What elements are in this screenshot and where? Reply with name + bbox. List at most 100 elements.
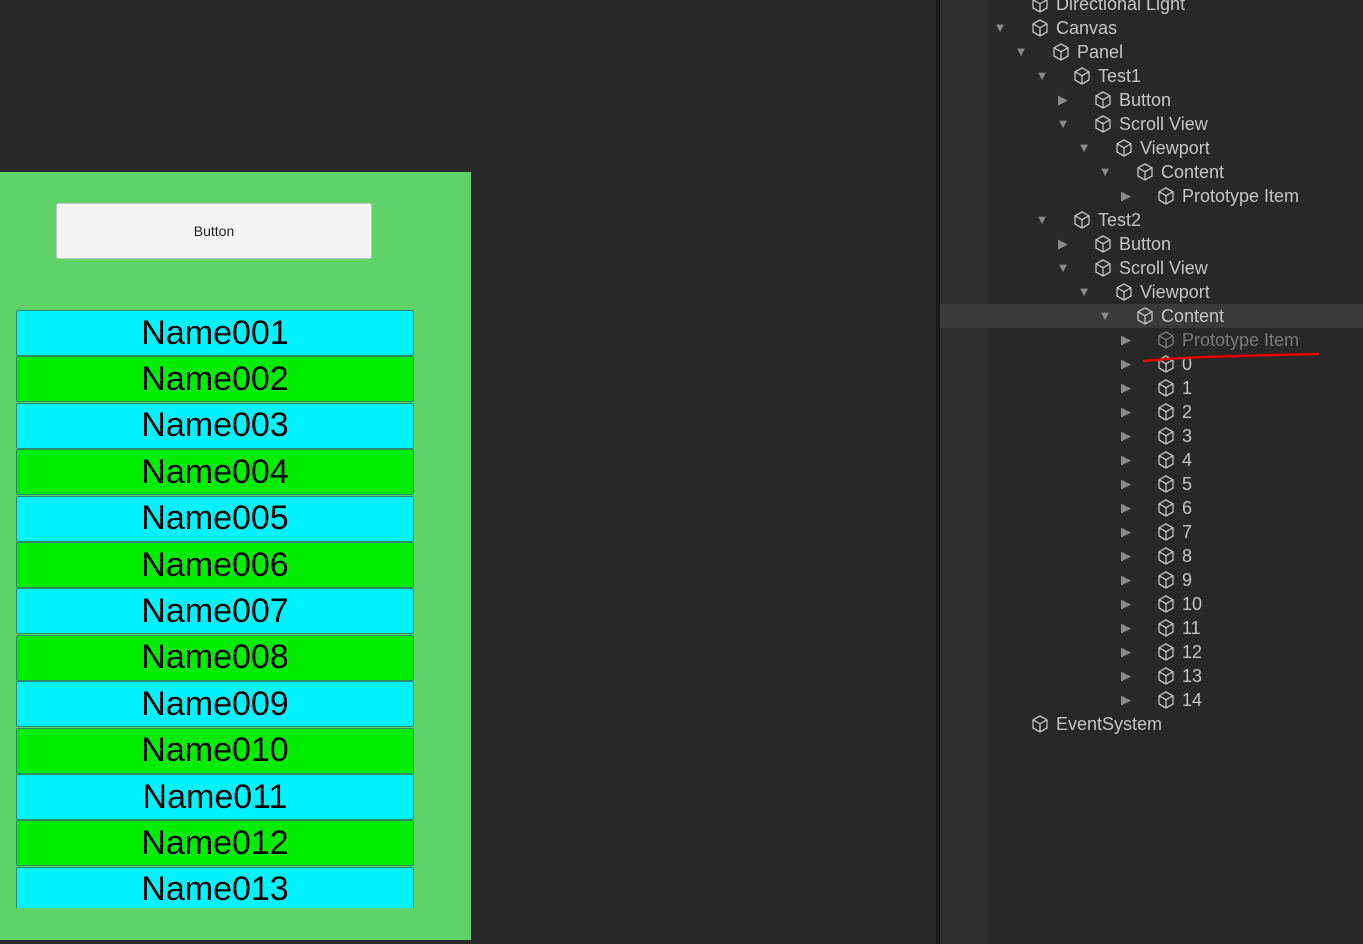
collapse-arrow-icon[interactable]: ▶ [1116, 690, 1136, 710]
expand-arrow-icon[interactable]: ▼ [1032, 210, 1052, 230]
hierarchy-row[interactable]: ▶ 5 [940, 472, 1363, 496]
collapse-arrow-icon[interactable]: ▶ [1116, 402, 1136, 422]
hierarchy-row[interactable]: ▶ 8 [940, 544, 1363, 568]
hierarchy-row[interactable]: ▼ Viewport [940, 280, 1363, 304]
hierarchy-row[interactable]: ▶ 12 [940, 640, 1363, 664]
collapse-arrow-icon[interactable]: ▶ [1116, 642, 1136, 662]
hierarchy-row-label: Scroll View [1119, 114, 1208, 134]
collapse-arrow-icon[interactable]: ▶ [1116, 570, 1136, 590]
collapse-arrow-icon[interactable]: ▶ [1116, 666, 1136, 686]
collapse-arrow-icon[interactable]: ▶ [1116, 330, 1136, 350]
expand-arrow-icon[interactable]: ▼ [1011, 42, 1031, 62]
hierarchy-row[interactable]: ▶ Button [940, 88, 1363, 112]
collapse-arrow-icon[interactable]: ▶ [1116, 474, 1136, 494]
expand-arrow-icon[interactable]: ▼ [1095, 306, 1115, 326]
collapse-arrow-icon[interactable]: ▶ [1116, 450, 1136, 470]
gameobject-cube-icon [1156, 330, 1176, 350]
hierarchy-row-label: 8 [1182, 546, 1193, 566]
list-item[interactable]: Name011 [16, 774, 414, 820]
hierarchy-row[interactable]: ▶ Prototype Item [940, 328, 1363, 352]
hierarchy-row[interactable]: ▼ Test2 [940, 208, 1363, 232]
expand-arrow-icon[interactable]: ▼ [1053, 114, 1073, 134]
list-item[interactable]: Name010 [16, 727, 414, 774]
hierarchy-row[interactable]: ▼ Scroll View [940, 112, 1363, 136]
collapse-arrow-icon[interactable]: ▶ [1116, 546, 1136, 566]
gameobject-cube-icon [1156, 666, 1176, 686]
gameobject-cube-icon [1030, 18, 1050, 38]
collapse-arrow-icon[interactable]: ▶ [1116, 498, 1136, 518]
list-item[interactable]: Name008 [16, 634, 414, 681]
hierarchy-row-label: Button [1119, 90, 1172, 110]
list-item[interactable]: Name013 [16, 866, 414, 908]
hierarchy-row-label: Test1 [1098, 66, 1142, 86]
hierarchy-row[interactable]: ▶ 10 [940, 592, 1363, 616]
hierarchy-row[interactable]: ▼ Test1 [940, 64, 1363, 88]
hierarchy-row[interactable]: ▶ 6 [940, 496, 1363, 520]
gameobject-cube-icon [1135, 306, 1155, 326]
hierarchy-row[interactable]: ▶ 0 [940, 352, 1363, 376]
hierarchy-row[interactable]: ▼ Content [940, 304, 1363, 328]
hierarchy-row-label: 12 [1182, 642, 1203, 662]
gameobject-cube-icon [1156, 522, 1176, 542]
list-item[interactable]: Name009 [16, 681, 414, 728]
list-item[interactable]: Name001 [16, 310, 414, 356]
expand-arrow-icon[interactable]: ▼ [1095, 162, 1115, 182]
expand-arrow-icon[interactable]: ▼ [1074, 282, 1094, 302]
list-item[interactable]: Name005 [16, 495, 414, 542]
list-item[interactable]: Name012 [16, 820, 414, 867]
hierarchy-row[interactable]: ▶ 4 [940, 448, 1363, 472]
hierarchy-row[interactable]: ▶ 9 [940, 568, 1363, 592]
gameobject-cube-icon [1156, 618, 1176, 638]
hierarchy-row[interactable]: ▼ Content [940, 160, 1363, 184]
hierarchy-row-label: Directional Light [1056, 0, 1186, 14]
hierarchy-row-label: Content [1161, 306, 1225, 326]
list-item[interactable]: Name006 [16, 542, 414, 588]
collapse-arrow-icon[interactable]: ▶ [1053, 90, 1073, 110]
gameobject-cube-icon [1093, 114, 1113, 134]
hierarchy-row-label: 2 [1182, 402, 1193, 422]
hierarchy-row[interactable]: ▶ 11 [940, 616, 1363, 640]
hierarchy-row[interactable]: Directional Light [940, 0, 1363, 16]
hierarchy-row[interactable]: ▶ Prototype Item [940, 184, 1363, 208]
hierarchy-row[interactable]: ▼ Panel [940, 40, 1363, 64]
hierarchy-row-label: Prototype Item [1182, 186, 1300, 206]
hierarchy-row[interactable]: ▶ 7 [940, 520, 1363, 544]
hierarchy-row[interactable]: ▶ 13 [940, 664, 1363, 688]
hierarchy-row[interactable]: EventSystem [940, 712, 1363, 736]
list-item[interactable]: Name004 [16, 449, 414, 496]
hierarchy-row[interactable]: ▶ 3 [940, 424, 1363, 448]
collapse-arrow-icon[interactable]: ▶ [1116, 378, 1136, 398]
scroll-view-content[interactable]: Name001 Name002 Name003 Name004 Name005 Name0… [16, 310, 414, 908]
gameobject-cube-icon [1156, 570, 1176, 590]
hierarchy-row-label: 13 [1182, 666, 1203, 686]
gameobject-cube-icon [1156, 594, 1176, 614]
hierarchy-row-label: 9 [1182, 570, 1193, 590]
collapse-arrow-icon[interactable]: ▶ [1053, 234, 1073, 254]
hierarchy-row[interactable]: ▼ Scroll View [940, 256, 1363, 280]
expand-arrow-icon[interactable]: ▼ [990, 18, 1010, 38]
ui-panel: Button Name001 Name002 Name003 Name004 Name0… [0, 172, 471, 940]
expand-arrow-icon[interactable]: ▼ [1032, 66, 1052, 86]
hierarchy-row-label: Canvas [1056, 18, 1118, 38]
hierarchy-row-label: 1 [1182, 378, 1193, 398]
hierarchy-row[interactable]: ▼ Canvas [940, 16, 1363, 40]
gameobject-cube-icon [1093, 234, 1113, 254]
hierarchy-row[interactable]: ▼ Viewport [940, 136, 1363, 160]
hierarchy-row[interactable]: ▶ 2 [940, 400, 1363, 424]
hierarchy-row[interactable]: ▶ Button [940, 232, 1363, 256]
list-item[interactable]: Name007 [16, 588, 414, 635]
collapse-arrow-icon[interactable]: ▶ [1116, 354, 1136, 374]
collapse-arrow-icon[interactable]: ▶ [1116, 186, 1136, 206]
expand-arrow-icon[interactable]: ▼ [1053, 258, 1073, 278]
expand-arrow-icon[interactable]: ▼ [1074, 138, 1094, 158]
collapse-arrow-icon[interactable]: ▶ [1116, 426, 1136, 446]
gameobject-cube-icon [1156, 426, 1176, 446]
collapse-arrow-icon[interactable]: ▶ [1116, 618, 1136, 638]
game-button[interactable]: Button [56, 203, 372, 259]
hierarchy-row[interactable]: ▶ 14 [940, 688, 1363, 712]
list-item[interactable]: Name003 [16, 402, 414, 449]
hierarchy-row[interactable]: ▶ 1 [940, 376, 1363, 400]
collapse-arrow-icon[interactable]: ▶ [1116, 594, 1136, 614]
list-item[interactable]: Name002 [16, 356, 414, 403]
collapse-arrow-icon[interactable]: ▶ [1116, 522, 1136, 542]
